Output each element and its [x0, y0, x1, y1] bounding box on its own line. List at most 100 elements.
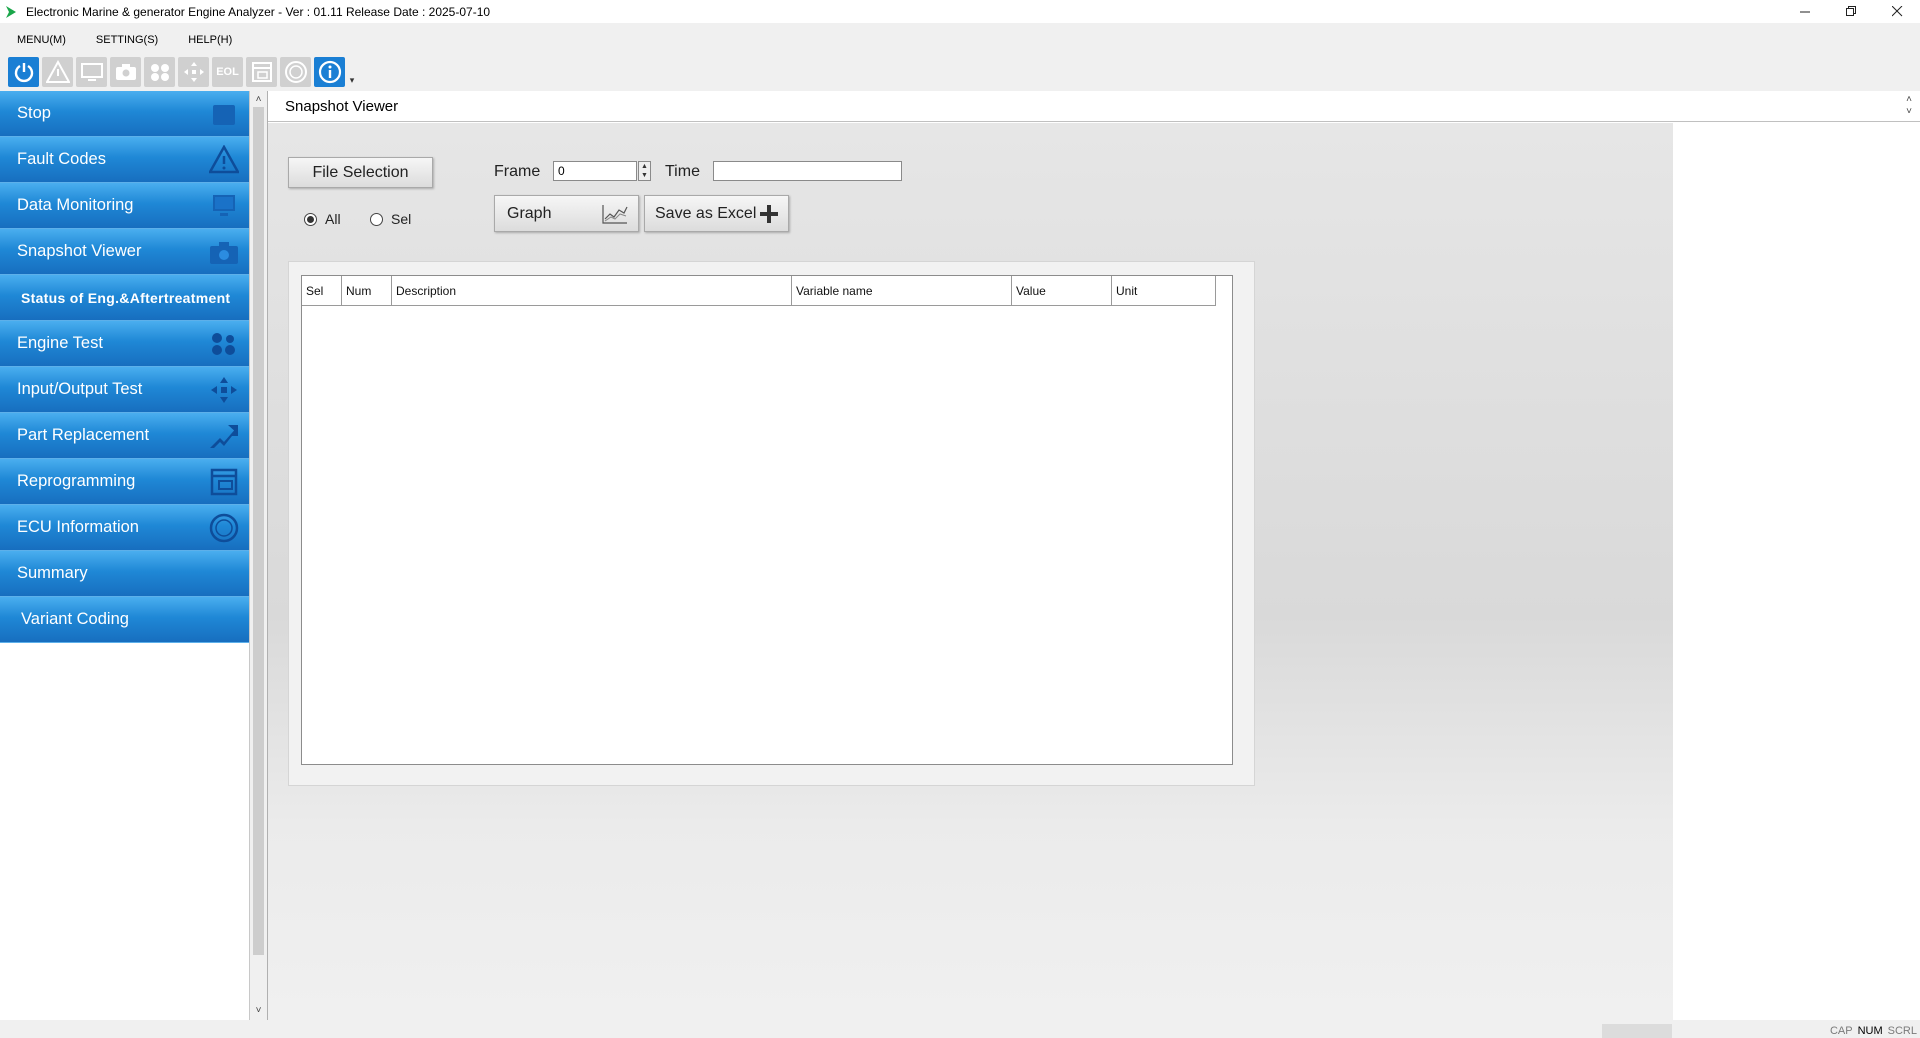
sidebar-item-label: ECU Information	[17, 518, 139, 536]
snapshot-table[interactable]: Sel Num Description Variable name Value …	[301, 275, 1233, 765]
page-title: Snapshot Viewer	[285, 97, 399, 115]
header-scroll-arrows[interactable]: ˄ ˅	[1903, 94, 1915, 120]
sidebar-item-fault-codes[interactable]: Fault Codes	[0, 137, 249, 183]
scroll-up-icon[interactable]: ˄	[251, 92, 266, 106]
file-selection-button[interactable]: File Selection	[288, 157, 433, 188]
toolbar-engine-test-button[interactable]	[144, 57, 175, 87]
warning-icon	[207, 143, 241, 177]
column-header-num[interactable]: Num	[342, 276, 392, 306]
ecu-icon	[207, 511, 241, 545]
toolbar-ecu-button[interactable]	[280, 57, 311, 87]
monitor-icon	[207, 189, 241, 223]
ecu-icon	[284, 61, 307, 83]
main-panel: Snapshot Viewer ˄ ˅ File Selection All Se…	[267, 91, 1920, 1020]
sidebar-item-label: Input/Output Test	[17, 380, 143, 398]
info-icon	[318, 60, 341, 84]
radio-sel-label: Sel	[391, 211, 412, 227]
toolbar-snapshot-button[interactable]	[110, 57, 141, 87]
power-icon	[14, 63, 33, 83]
radio-all-dot	[304, 212, 317, 226]
sidebar-item-label: Engine Test	[17, 334, 103, 352]
sidebar-item-label: Data Monitoring	[17, 196, 134, 214]
toolbar-io-test-button[interactable]	[178, 57, 209, 87]
sidebar-item-data-monitoring[interactable]: Data Monitoring	[0, 183, 249, 229]
reprogram-icon	[251, 62, 272, 82]
plus-icon	[760, 204, 778, 223]
sidebar-item-io-test[interactable]: Input/Output Test	[0, 367, 249, 413]
time-label: Time	[665, 163, 700, 180]
radio-all-label: All	[325, 211, 341, 227]
sidebar: Stop Fault Codes Data Monitoring Snapsho…	[0, 91, 250, 1020]
toolbar-reprogram-button[interactable]	[246, 57, 277, 87]
io-arrows-icon	[207, 373, 241, 407]
stop-icon	[207, 97, 241, 131]
close-icon	[1891, 6, 1902, 17]
menu-menu[interactable]: MENU(M)	[10, 34, 73, 46]
frame-input[interactable]	[553, 161, 637, 181]
sidebar-item-engine-test[interactable]: Engine Test	[0, 321, 249, 367]
file-selection-label: File Selection	[312, 163, 409, 181]
radio-sel[interactable]: Sel	[370, 211, 411, 227]
save-excel-label: Save as Excel	[655, 204, 757, 222]
table-panel: Sel Num Description Variable name Value …	[288, 261, 1255, 786]
toolbar-fault-button[interactable]	[42, 57, 73, 87]
frame-spinner[interactable]: ▲ ▼	[638, 161, 651, 181]
toolbar-eol-button[interactable]: EOL	[212, 57, 243, 87]
sidebar-item-summary[interactable]: Summary	[0, 551, 249, 597]
sidebar-item-variant-coding[interactable]: Variant Coding	[0, 597, 249, 643]
restore-button[interactable]	[1828, 0, 1874, 23]
sidebar-item-label: Summary	[17, 564, 88, 582]
sidebar-item-label: Stop	[17, 104, 51, 122]
engine-icon	[207, 327, 241, 361]
close-button[interactable]	[1874, 0, 1920, 23]
minimize-button[interactable]	[1782, 0, 1828, 23]
io-arrows-icon	[183, 62, 204, 82]
radio-sel-dot	[370, 212, 383, 226]
sidebar-item-status-eng-aftertreatment[interactable]: Status of Eng.&Aftertreatment	[0, 275, 249, 321]
status-scrl: SCRL	[1887, 1025, 1917, 1037]
time-input[interactable]	[713, 161, 902, 181]
column-header-sel[interactable]: Sel	[302, 276, 342, 306]
line-chart-icon	[602, 204, 628, 224]
toolbar-monitor-button[interactable]	[76, 57, 107, 87]
sidebar-item-label: Part Replacement	[17, 426, 150, 444]
sidebar-item-ecu-information[interactable]: ECU Information	[0, 505, 249, 551]
menu-help[interactable]: HELP(H)	[181, 34, 239, 46]
toolbar-overflow-icon[interactable]: ▾	[348, 57, 356, 87]
radio-all[interactable]: All	[304, 211, 341, 227]
snapshot-content: File Selection All Sel Frame ▲▼ Time Gra…	[268, 123, 1673, 1020]
frame-label: Frame	[494, 163, 541, 180]
sidebar-item-snapshot-viewer[interactable]: Snapshot Viewer	[0, 229, 249, 275]
save-excel-button[interactable]: Save as Excel	[644, 195, 789, 232]
warning-icon	[45, 60, 70, 83]
monitor-icon	[80, 63, 103, 81]
part-replace-icon	[207, 419, 241, 453]
column-header-unit[interactable]: Unit	[1112, 276, 1216, 306]
status-cap: CAP	[1829, 1025, 1853, 1037]
restore-icon	[1845, 6, 1856, 16]
sidebar-item-label: Fault Codes	[17, 150, 106, 168]
column-header-description[interactable]: Description	[392, 276, 792, 306]
title-bar: Electronic Marine & generator Engine Ana…	[0, 0, 1920, 23]
scroll-down-icon[interactable]: ˅	[251, 1003, 266, 1017]
table-header: Sel Num Description Variable name Value …	[302, 276, 1216, 306]
toolbar-info-button[interactable]	[314, 57, 345, 87]
engine-icon	[150, 64, 169, 81]
scrollbar-thumb[interactable]	[253, 107, 264, 955]
sidebar-item-stop[interactable]: Stop	[0, 91, 249, 137]
column-header-variable-name[interactable]: Variable name	[792, 276, 1012, 306]
sidebar-item-reprogramming[interactable]: Reprogramming	[0, 459, 249, 505]
sidebar-item-part-replacement[interactable]: Part Replacement	[0, 413, 249, 459]
toolbar-power-button[interactable]	[8, 57, 39, 87]
panel-header: Snapshot Viewer ˄ ˅	[268, 91, 1920, 122]
menu-setting[interactable]: SETTING(S)	[89, 34, 165, 46]
status-bar: CAP NUM SCRL	[0, 1022, 1920, 1038]
app-logo-icon	[6, 5, 16, 18]
status-pane	[1602, 1024, 1672, 1038]
sidebar-scrollbar[interactable]: ˄ ˅	[251, 91, 266, 1020]
graph-button[interactable]: Graph	[494, 195, 639, 232]
sidebar-item-label: Status of Eng.&Aftertreatment	[21, 289, 231, 306]
status-num: NUM	[1857, 1025, 1883, 1037]
minimize-icon	[1799, 11, 1810, 13]
column-header-value[interactable]: Value	[1012, 276, 1112, 306]
